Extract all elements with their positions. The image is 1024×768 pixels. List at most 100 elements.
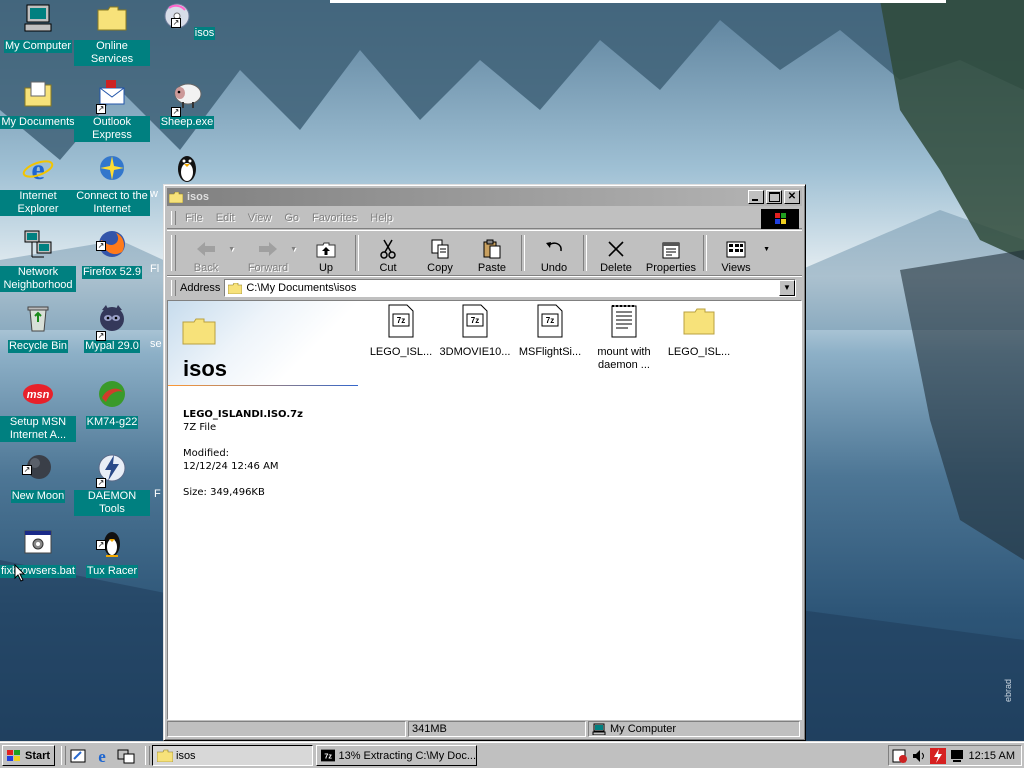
task-button-extracting[interactable]: 7z 13% Extracting C:\My Doc... <box>316 745 477 766</box>
views-button[interactable]: Views ▼ <box>710 232 770 274</box>
desktop-icon-daemon-tools[interactable]: ↗ DAEMON Tools <box>74 452 150 516</box>
shortcut-arrow-icon: ↗ <box>22 465 32 475</box>
undo-icon <box>546 242 562 252</box>
close-icon: ✕ <box>787 191 797 202</box>
7z-file-icon: 7z <box>388 304 414 338</box>
up-folder-icon <box>316 242 336 258</box>
taskbar: Start e isos 7z 13% Extracting C:\My Doc… <box>0 741 1024 768</box>
desktop-icon-connect-internet[interactable]: Connect to the Internet <box>74 152 150 216</box>
show-desktop-icon[interactable] <box>69 747 87 765</box>
shortcut-arrow-icon: ↗ <box>96 241 106 251</box>
desktop-icon-isos[interactable]: ↗ isos <box>149 2 225 40</box>
properties-button[interactable]: Properties <box>642 232 700 274</box>
desktop-icon-mypal[interactable]: ↗ Mypal 29.0 <box>74 302 150 353</box>
svg-text:7z: 7z <box>546 316 554 325</box>
daemon-tools-tray-icon[interactable] <box>930 747 946 764</box>
large-folder-icon <box>182 318 216 345</box>
paste-button[interactable]: Paste <box>466 232 518 274</box>
volume-icon[interactable] <box>911 748 927 764</box>
dropdown-arrow-icon[interactable]: ▼ <box>290 246 297 253</box>
up-button[interactable]: Up <box>300 232 352 274</box>
file-item[interactable]: 7z MSFlightSi... <box>513 304 587 359</box>
address-bar: Address C:\My Documents\isos ▼ <box>167 276 802 299</box>
back-arrow-icon <box>197 242 215 256</box>
folder-icon <box>97 6 127 31</box>
modified-value: 12/12/24 12:46 AM <box>183 461 279 472</box>
maximize-icon <box>769 192 780 202</box>
desktop-icon-firefox[interactable]: ↗ Firefox 52.9 <box>74 228 150 279</box>
properties-icon <box>662 242 680 259</box>
tux-penguin-icon <box>178 156 196 182</box>
recycle-bin-icon <box>27 306 49 332</box>
status-pane-size: 341MB <box>408 721 586 737</box>
desktop-icon-sheep[interactable]: ↗ Sheep.exe <box>149 78 225 129</box>
start-button[interactable]: Start <box>2 745 55 766</box>
desktop-icon-label: Mypal 29.0 <box>84 340 140 353</box>
toolbar-separator <box>355 235 359 271</box>
menu-edit[interactable]: Edit <box>211 212 243 224</box>
system-tray: 12:15 AM <box>888 745 1022 766</box>
svg-text:7z: 7z <box>324 752 332 761</box>
menu-view[interactable]: View <box>243 212 280 224</box>
back-button[interactable]: Back ▼ <box>180 232 235 274</box>
channels-icon[interactable] <box>117 747 135 765</box>
maximize-button[interactable] <box>766 190 782 204</box>
desktop-icon-new-moon[interactable]: ↗ New Moon <box>0 452 76 503</box>
menu-file[interactable]: File <box>180 212 211 224</box>
clock[interactable]: 12:15 AM <box>969 750 1015 762</box>
desktop-icon-internet-explorer[interactable]: e Internet Explorer <box>0 152 76 216</box>
desktop-icon-tux-racer[interactable]: ↗ Tux Racer <box>74 527 150 578</box>
start-label: Start <box>25 749 51 762</box>
desktop-icon-label: Connect to the Internet <box>74 190 150 216</box>
scheduler-icon[interactable] <box>892 748 908 764</box>
desktop-icon-km74[interactable]: KM74-g22 <box>74 378 150 429</box>
address-dropdown-button[interactable]: ▼ <box>779 280 795 296</box>
file-item[interactable]: 7z 3DMOVIE10... <box>438 304 512 359</box>
desktop-icon-my-computer[interactable]: My Computer <box>0 2 76 53</box>
desktop-icon-recycle-bin[interactable]: Recycle Bin <box>0 302 76 353</box>
file-item[interactable]: mount with daemon ... <box>587 304 661 372</box>
menu-go[interactable]: Go <box>279 212 307 224</box>
desktop-icon-label: Sheep.exe <box>159 116 215 129</box>
forward-button[interactable]: Forward ▼ <box>242 232 297 274</box>
toolbar-separator <box>583 235 587 271</box>
undo-button[interactable]: Undo <box>528 232 580 274</box>
svg-text:msn: msn <box>27 389 50 401</box>
internet-explorer-icon[interactable]: e <box>93 747 111 765</box>
svg-text:e: e <box>98 747 106 765</box>
toolbar-separator <box>703 235 707 271</box>
desktop-icon-online-services[interactable]: Online Services <box>74 2 150 66</box>
cut-button[interactable]: Cut <box>362 232 414 274</box>
folder-content[interactable]: isos LEGO_ISLANDI.ISO.7z 7Z File Modifie… <box>167 300 802 720</box>
close-button[interactable]: ✕ <box>784 190 800 204</box>
desktop-icon-label: DAEMON Tools <box>74 490 150 516</box>
dropdown-arrow-icon[interactable]: ▼ <box>228 246 235 253</box>
minimize-button[interactable] <box>748 190 764 204</box>
desktop-icon-label: fixbrowsers.bat <box>0 565 76 578</box>
web-view-title: isos <box>183 356 228 381</box>
desktop-icon-network-neighborhood[interactable]: Network Neighborhood <box>0 228 76 292</box>
copy-button[interactable]: Copy <box>414 232 466 274</box>
address-input[interactable]: C:\My Documents\isos ▼ <box>224 279 796 297</box>
dropdown-arrow-icon[interactable]: ▼ <box>763 246 770 253</box>
desktop-icon-fixbrowsers[interactable]: fixbrowsers.bat <box>0 527 76 578</box>
shortcut-arrow-icon: ↗ <box>96 540 106 550</box>
delete-button[interactable]: Delete <box>590 232 642 274</box>
menu-help[interactable]: Help <box>365 212 401 224</box>
desktop-icon-outlook-express[interactable]: ↗ Outlook Express <box>74 78 150 142</box>
file-item[interactable]: 7z LEGO_ISL... <box>364 304 438 359</box>
paste-icon <box>483 239 501 259</box>
web-view-divider <box>168 385 358 386</box>
undo-label: Undo <box>540 262 568 274</box>
window-titlebar[interactable]: isos ✕ <box>167 188 802 206</box>
explorer-window[interactable]: isos ✕ File Edit View Go Favorites Help … <box>163 184 806 741</box>
file-item[interactable]: LEGO_ISL... <box>662 304 736 359</box>
windows-flag-icon <box>7 749 20 761</box>
desktop-icon-my-documents[interactable]: My Documents <box>0 78 76 129</box>
top-edge <box>330 0 946 3</box>
task-label: isos <box>176 749 196 762</box>
display-settings-icon[interactable] <box>949 748 965 764</box>
task-button-isos[interactable]: isos <box>152 745 313 766</box>
desktop-icon-setup-msn[interactable]: msn Setup MSN Internet A... <box>0 378 76 442</box>
menu-favorites[interactable]: Favorites <box>307 212 365 224</box>
